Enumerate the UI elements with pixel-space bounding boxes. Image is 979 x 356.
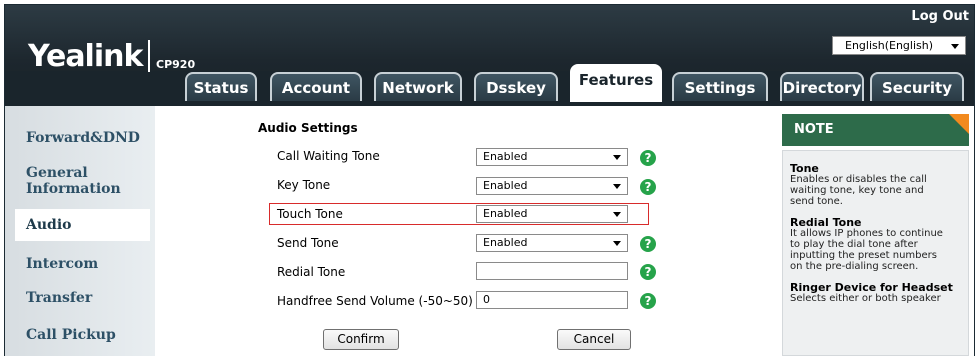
chevron-down-icon [613, 212, 621, 217]
key-tone-label: Key Tone [277, 178, 331, 192]
note-corner-decoration [949, 114, 969, 134]
sidebar-item-transfer[interactable]: Transfer [0, 289, 150, 307]
send-tone-label: Send Tone [277, 236, 339, 250]
call-waiting-tone-label: Call Waiting Tone [277, 149, 380, 163]
note-text-ringer-device: Selects either or both speaker [790, 293, 962, 304]
tab-features[interactable]: Features [570, 64, 662, 102]
note-title-redial-tone: Redial Tone [790, 216, 862, 229]
language-value: English(English) [845, 39, 934, 52]
touch-tone-label: Touch Tone [277, 207, 343, 221]
section-title: Audio Settings [258, 121, 358, 135]
touch-tone-value: Enabled [483, 207, 528, 220]
tab-settings[interactable]: Settings [672, 72, 768, 101]
chevron-down-icon [613, 155, 621, 160]
note-header: NOTE [782, 114, 969, 146]
sidebar-item-call-pickup[interactable]: Call Pickup [0, 326, 150, 344]
note-line: It allows IP phones to continue [790, 228, 943, 239]
sidebar-item-intercom[interactable]: Intercom [0, 255, 150, 273]
tab-status[interactable]: Status [185, 72, 257, 101]
tab-network[interactable]: Network [374, 72, 462, 101]
call-waiting-tone-value: Enabled [483, 150, 528, 163]
call-waiting-tone-select[interactable]: Enabled [476, 148, 628, 166]
note-text-redial-tone: It allows IP phones to continue to play … [790, 228, 962, 272]
redial-tone-input[interactable] [476, 262, 628, 280]
send-tone-select[interactable]: Enabled [476, 234, 628, 252]
sidebar-item-forward-dnd[interactable]: Forward&DND [0, 129, 150, 147]
main-content [155, 106, 767, 356]
touch-tone-select[interactable]: Enabled [476, 205, 628, 223]
note-line: Enables or disables the call [790, 174, 927, 185]
key-tone-select[interactable]: Enabled [476, 177, 628, 195]
tab-account[interactable]: Account [270, 72, 362, 101]
help-icon[interactable]: ? [640, 179, 656, 195]
note-line: to play the dial tone after [790, 239, 918, 250]
help-icon[interactable]: ? [640, 264, 656, 280]
language-select[interactable]: English(English) [832, 36, 966, 55]
note-title-ringer-device: Ringer Device for Headset [790, 281, 953, 294]
handfree-send-volume-input[interactable]: 0 [476, 291, 628, 309]
note-title-tone: Tone [790, 162, 819, 175]
send-tone-value: Enabled [483, 236, 528, 249]
yealink-logo: Yealink [28, 39, 143, 74]
note-line: inputting the preset numbers [790, 250, 937, 261]
sidebar-item-information[interactable]: Information [0, 180, 150, 198]
note-line: on the pre-dialing screen. [790, 261, 919, 272]
chevron-down-icon [613, 184, 621, 189]
key-tone-value: Enabled [483, 179, 528, 192]
logout-link[interactable]: Log Out [911, 9, 969, 24]
help-icon[interactable]: ? [640, 236, 656, 252]
note-line: Selects either or both speaker [790, 293, 941, 304]
tab-dsskey[interactable]: Dsskey [474, 72, 558, 101]
redial-tone-label: Redial Tone [277, 265, 346, 279]
confirm-button[interactable]: Confirm [323, 329, 399, 350]
note-body: Tone Enables or disables the call waitin… [782, 150, 969, 356]
chevron-down-icon [951, 44, 959, 49]
note-text-tone: Enables or disables the call waiting ton… [790, 174, 962, 207]
help-icon[interactable]: ? [640, 150, 656, 166]
cancel-button[interactable]: Cancel [557, 329, 631, 350]
help-icon[interactable]: ? [640, 293, 656, 309]
model-label: CP920 [156, 58, 196, 71]
note-line: send tone. [790, 196, 843, 207]
note-line: waiting tone, key tone and [790, 185, 924, 196]
handfree-send-volume-label: Handfree Send Volume (-50~50) [277, 294, 473, 308]
tab-directory[interactable]: Directory [780, 72, 864, 101]
sidebar-item-audio[interactable]: Audio [15, 209, 150, 241]
tab-security[interactable]: Security [870, 72, 964, 101]
logo-divider [148, 40, 150, 72]
chevron-down-icon [613, 241, 621, 246]
